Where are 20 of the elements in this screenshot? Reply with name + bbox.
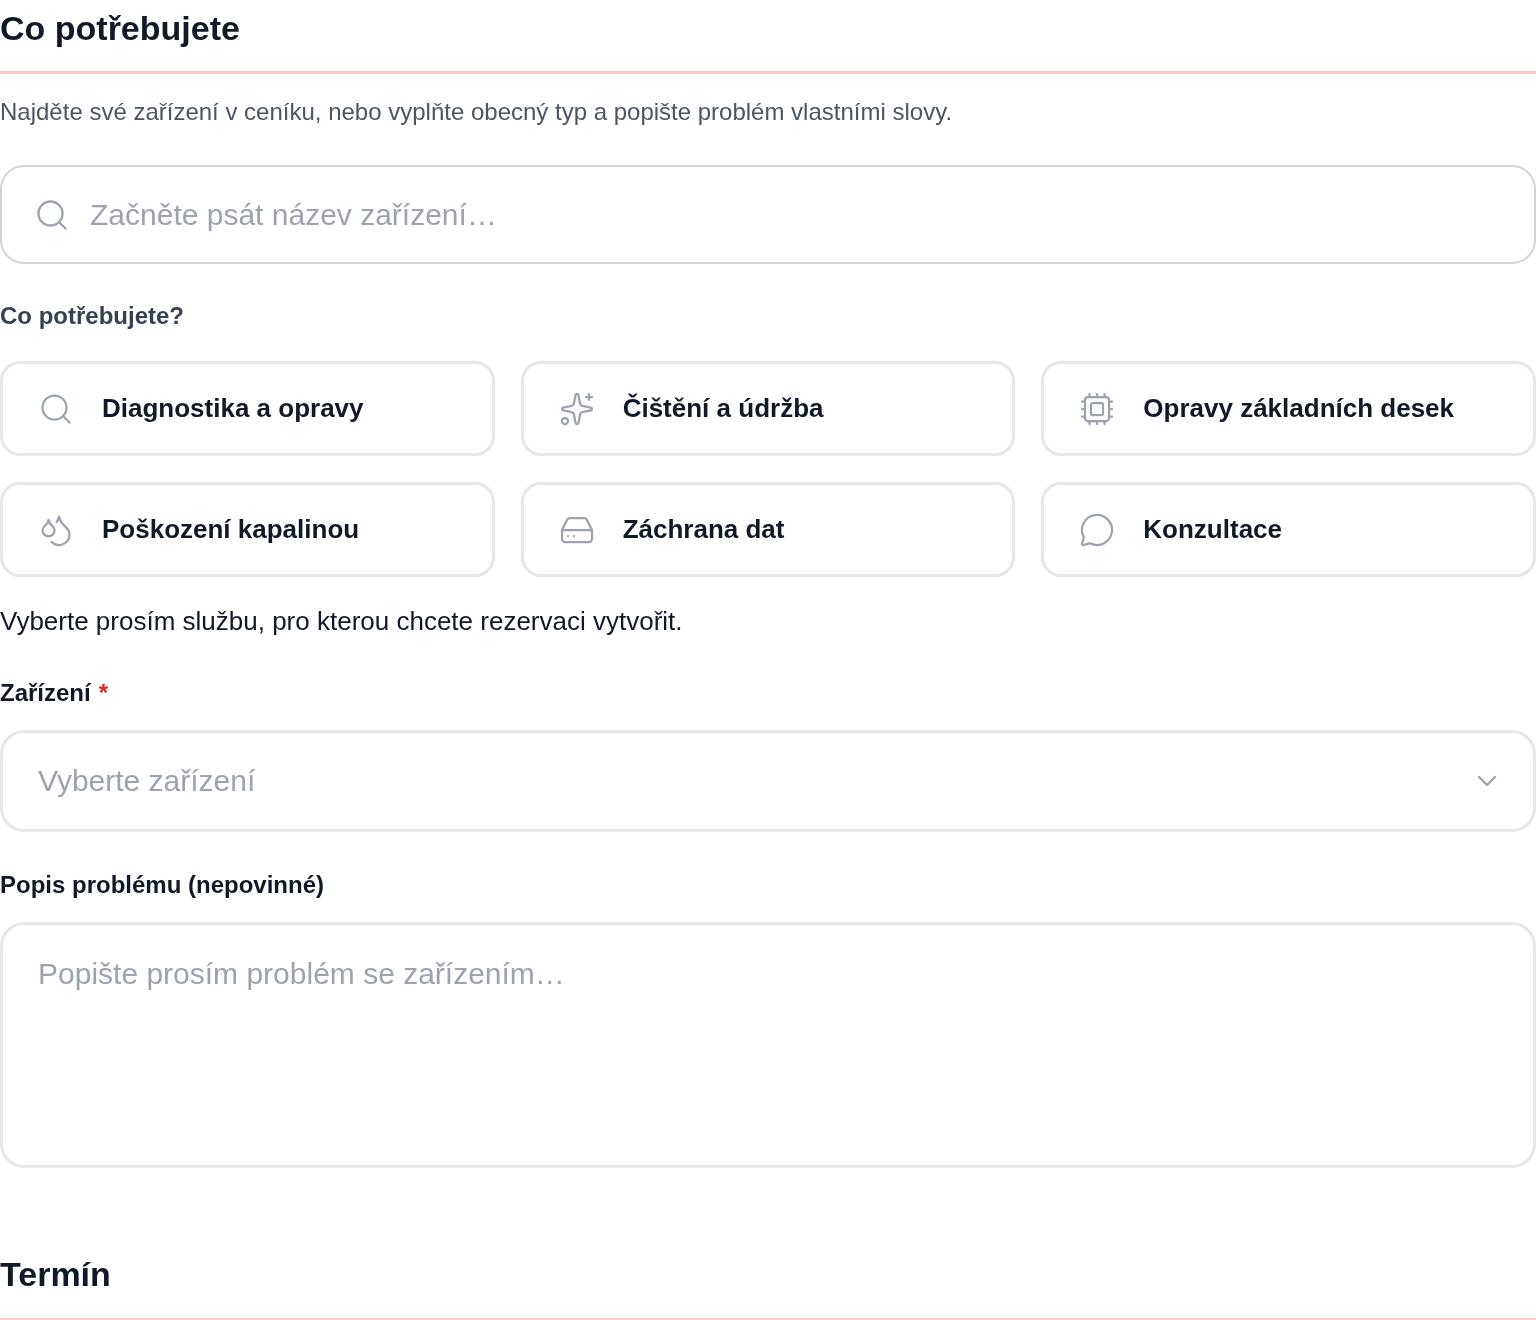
chip-icon — [1079, 390, 1116, 427]
service-question-label: Co potřebujete? — [0, 301, 184, 331]
search-field[interactable]: Začněte psát název zařízení… — [0, 165, 1536, 264]
search-icon — [34, 197, 70, 233]
service-option[interactable]: Záchrana dat — [520, 482, 1016, 577]
chat-bubble-icon — [1079, 511, 1116, 548]
section-title: Co potřebujete — [0, 8, 240, 49]
service-option[interactable]: Konzultace — [1041, 482, 1536, 577]
section-title: Termín — [0, 1254, 111, 1295]
service-option[interactable]: Opravy základních desek — [1041, 361, 1536, 456]
service-option[interactable]: Poškození kapalinou — [0, 482, 495, 577]
required-asterisk: * — [98, 678, 109, 708]
description-label: Popis problému (nepovinné) — [0, 870, 324, 900]
service-hint: Vyberte prosím službu, pro kterou chcete rezervaci vytvořit. — [0, 605, 683, 638]
description-textarea[interactable]: Popište prosím problém se zařízením… — [0, 922, 1536, 1168]
sparkles-icon — [558, 390, 595, 427]
intro-text: Najděte své zařízení v ceníku, nebo vyplňte obecný typ a popište problém vlastními slovy. — [0, 97, 953, 127]
service-option[interactable]: Diagnostika a opravy — [0, 361, 495, 456]
service-option[interactable]: Čištění a údržba — [520, 361, 1016, 456]
device-label: Zařízení — [0, 678, 91, 708]
